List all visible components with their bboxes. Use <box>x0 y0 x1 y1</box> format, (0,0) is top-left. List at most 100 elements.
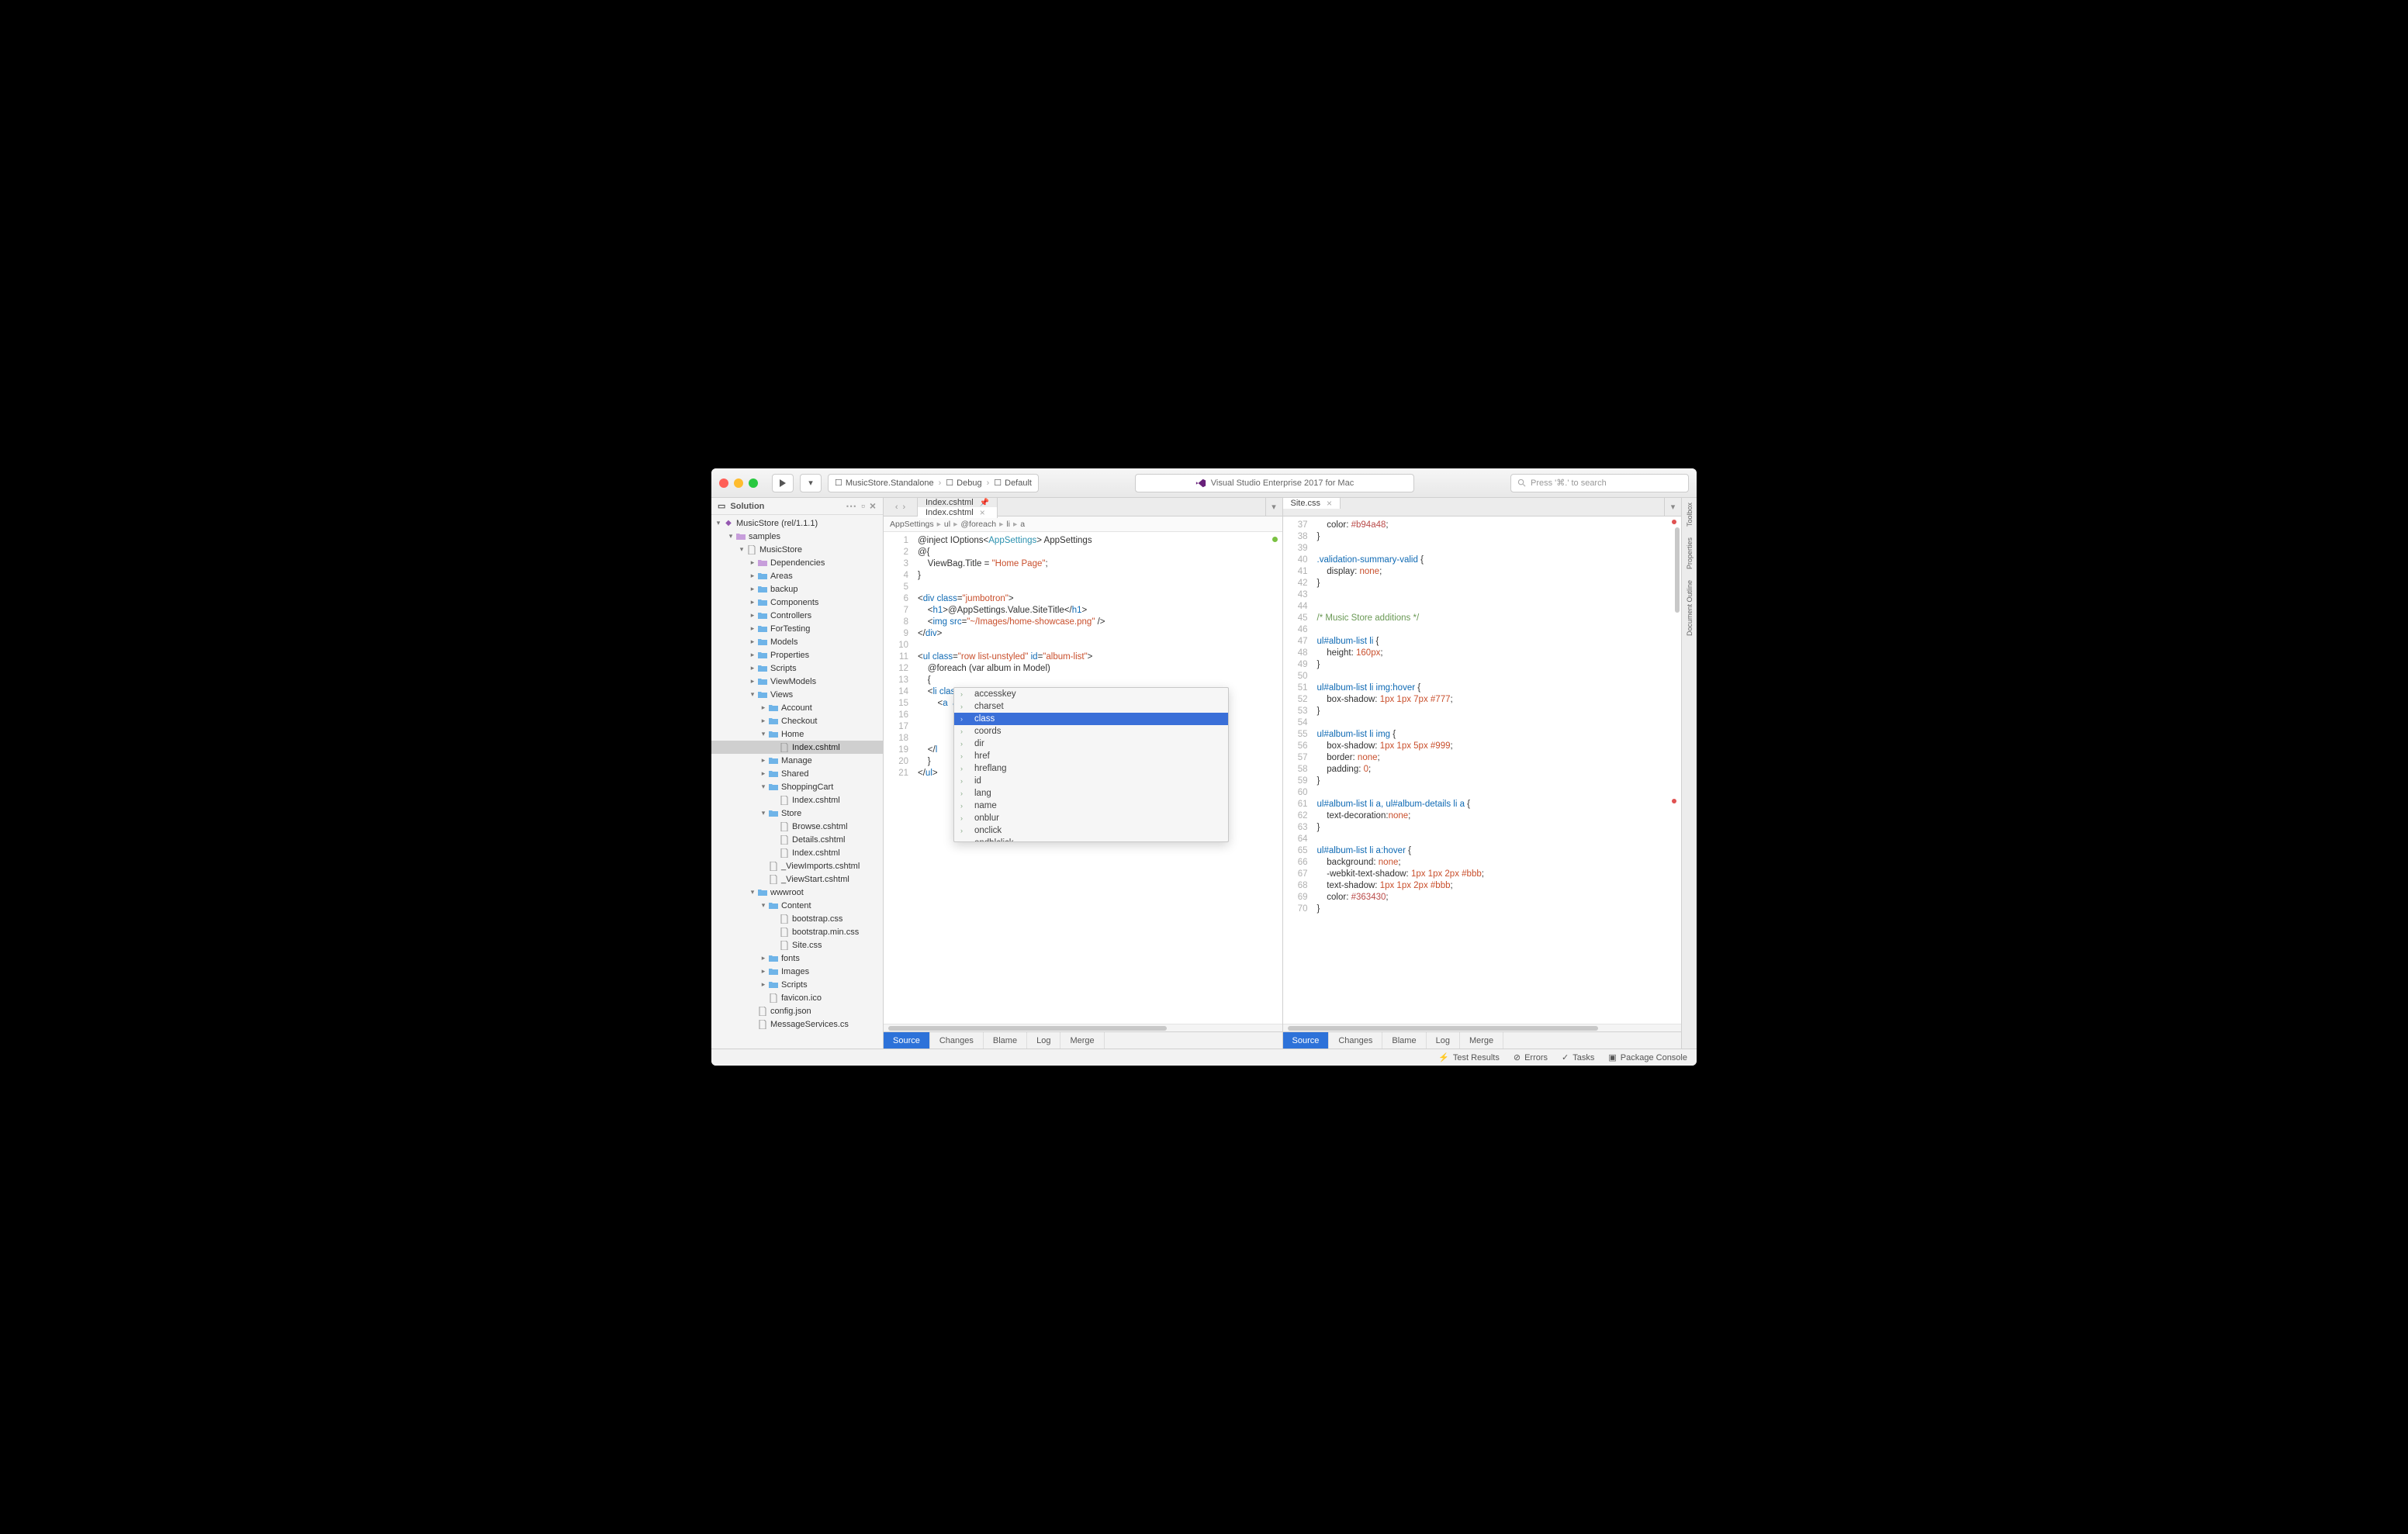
completion-item[interactable]: ›class <box>954 713 1228 725</box>
completion-popup[interactable]: ›accesskey›charset›class›coords›dir›href… <box>953 687 1229 842</box>
tree-item[interactable]: ▸Images <box>711 965 883 978</box>
bottom-tab[interactable]: Merge <box>1460 1032 1503 1049</box>
status-item[interactable]: ⚡Test Results <box>1438 1052 1500 1062</box>
completion-item[interactable]: ›id <box>954 775 1228 787</box>
rail-tab[interactable]: Document Outline <box>1686 580 1694 636</box>
breadcrumb-item[interactable]: ul <box>944 520 950 529</box>
search-field[interactable]: Press '⌘.' to search <box>1510 474 1689 492</box>
tree-item[interactable]: config.json <box>711 1004 883 1017</box>
tree-item[interactable]: ▸ViewModels <box>711 675 883 688</box>
maximize-icon[interactable] <box>749 479 758 488</box>
minimize-icon[interactable] <box>734 479 743 488</box>
error-marker-icon[interactable] <box>1672 520 1676 524</box>
tab-dropdown-icon[interactable]: ▾ <box>1664 498 1681 516</box>
close-icon[interactable]: × <box>1327 498 1332 509</box>
tree-item[interactable]: ▾Views <box>711 688 883 701</box>
tree-item[interactable]: ▾wwwroot <box>711 886 883 899</box>
bottom-tab[interactable]: Log <box>1427 1032 1460 1049</box>
sidebar-options-icon[interactable]: ⋯ ▫ × <box>846 499 877 513</box>
tree-item[interactable]: ▸backup <box>711 582 883 596</box>
breadcrumb-left[interactable]: AppSettings▸ul▸@foreach▸li▸a <box>884 517 1282 532</box>
editor-tab[interactable]: Site.css× <box>1283 498 1341 509</box>
vscroll-indicator[interactable] <box>1675 520 1680 1021</box>
hscrollbar[interactable] <box>1283 1024 1682 1031</box>
code-lines[interactable]: color: #b94a48;} .validation-summary-val… <box>1314 517 1682 1024</box>
bottom-tab[interactable]: Source <box>884 1032 930 1049</box>
completion-item[interactable]: ›lang <box>954 787 1228 800</box>
config-button[interactable]: ▾ <box>800 474 822 492</box>
status-item[interactable]: ⊘Errors <box>1514 1052 1548 1062</box>
tree-item[interactable]: ▸Properties <box>711 648 883 662</box>
tree-item[interactable]: ▾samples <box>711 530 883 543</box>
tree-item[interactable]: ▸Checkout <box>711 714 883 727</box>
hscrollbar[interactable] <box>884 1024 1282 1031</box>
status-item[interactable]: ▣Package Console <box>1608 1052 1687 1062</box>
run-button[interactable] <box>772 474 794 492</box>
tree-item[interactable]: Details.cshtml <box>711 833 883 846</box>
bottom-tab[interactable]: Changes <box>930 1032 984 1049</box>
rail-tab[interactable]: Properties <box>1686 537 1694 569</box>
tree-item[interactable]: Site.css <box>711 938 883 952</box>
breadcrumb-item[interactable]: li <box>1006 520 1010 529</box>
tree-item[interactable]: ▾Content <box>711 899 883 912</box>
nav-back-forward[interactable]: ‹ › <box>884 498 918 516</box>
rail-tab[interactable]: Toolbox <box>1686 503 1694 527</box>
tree-item[interactable]: ▾Home <box>711 727 883 741</box>
bottom-tab[interactable]: Blame <box>1382 1032 1426 1049</box>
completion-item[interactable]: ›href <box>954 750 1228 762</box>
close-icon[interactable] <box>719 479 728 488</box>
tree-item[interactable]: ▸Scripts <box>711 978 883 991</box>
editor-tab[interactable]: Index.cshtml× <box>918 507 998 518</box>
bottom-tab[interactable]: Source <box>1283 1032 1330 1049</box>
tree-item[interactable]: ▸Dependencies <box>711 556 883 569</box>
close-icon[interactable]: × <box>980 507 985 518</box>
breadcrumb-item[interactable]: a <box>1020 520 1025 529</box>
tree-item[interactable]: Index.cshtml <box>711 741 883 754</box>
code-right[interactable]: 3738394041424344454647484950515253545556… <box>1283 517 1682 1024</box>
completion-item[interactable]: ›accesskey <box>954 688 1228 700</box>
tree-item[interactable]: bootstrap.min.css <box>711 925 883 938</box>
tree-root[interactable]: ▾◆MusicStore (rel/1.1.1) <box>711 517 883 530</box>
error-marker-icon[interactable] <box>1672 799 1676 803</box>
pin-icon[interactable]: 📌 <box>980 499 989 507</box>
scroll-thumb[interactable] <box>888 1026 1167 1031</box>
tree-item[interactable]: bootstrap.css <box>711 912 883 925</box>
tree-item[interactable]: Index.cshtml <box>711 846 883 859</box>
tree-item[interactable]: ▸Areas <box>711 569 883 582</box>
tree-item[interactable]: ▸Controllers <box>711 609 883 622</box>
run-config-selector[interactable]: ☐ MusicStore.Standalone › ☐ Debug › ☐ De… <box>828 474 1039 492</box>
tree-item[interactable]: ▸Scripts <box>711 662 883 675</box>
code-left[interactable]: 123456789101112131415161718192021 @injec… <box>884 532 1282 1024</box>
tree-item[interactable]: ▾MusicStore <box>711 543 883 556</box>
tree-item[interactable]: ▸Components <box>711 596 883 609</box>
scroll-thumb[interactable] <box>1675 527 1680 613</box>
completion-item[interactable]: ›coords <box>954 725 1228 738</box>
tree-item[interactable]: ▸Models <box>711 635 883 648</box>
tab-dropdown-icon[interactable]: ▾ <box>1265 498 1282 516</box>
bottom-tab[interactable]: Changes <box>1329 1032 1382 1049</box>
completion-item[interactable]: ›charset <box>954 700 1228 713</box>
bottom-tab[interactable]: Log <box>1027 1032 1060 1049</box>
solution-tree[interactable]: ▾◆MusicStore (rel/1.1.1)▾samples▾MusicSt… <box>711 515 883 1049</box>
completion-item[interactable]: ›dir <box>954 738 1228 750</box>
tree-item[interactable]: ▸fonts <box>711 952 883 965</box>
tree-item[interactable]: MessageServices.cs <box>711 1017 883 1031</box>
chevron-left-icon[interactable]: ‹ <box>895 503 898 512</box>
status-item[interactable]: ✓Tasks <box>1562 1052 1594 1062</box>
editor-tab[interactable]: Index.cshtml📌 <box>918 498 998 507</box>
chevron-right-icon[interactable]: › <box>903 503 906 512</box>
tree-item[interactable]: _ViewImports.cshtml <box>711 859 883 872</box>
tree-item[interactable]: ▾ShoppingCart <box>711 780 883 793</box>
completion-item[interactable]: ›hreflang <box>954 762 1228 775</box>
completion-item[interactable]: ›name <box>954 800 1228 812</box>
tree-item[interactable]: ▸Shared <box>711 767 883 780</box>
completion-item[interactable]: ›onblur <box>954 812 1228 824</box>
tree-item[interactable]: ▾Store <box>711 807 883 820</box>
tree-item[interactable]: Index.cshtml <box>711 793 883 807</box>
breadcrumb-item[interactable]: @foreach <box>960 520 996 529</box>
tree-item[interactable]: favicon.ico <box>711 991 883 1004</box>
tree-item[interactable]: Browse.cshtml <box>711 820 883 833</box>
bottom-tab[interactable]: Blame <box>984 1032 1027 1049</box>
scroll-thumb[interactable] <box>1288 1026 1599 1031</box>
breadcrumb-item[interactable]: AppSettings <box>890 520 934 529</box>
